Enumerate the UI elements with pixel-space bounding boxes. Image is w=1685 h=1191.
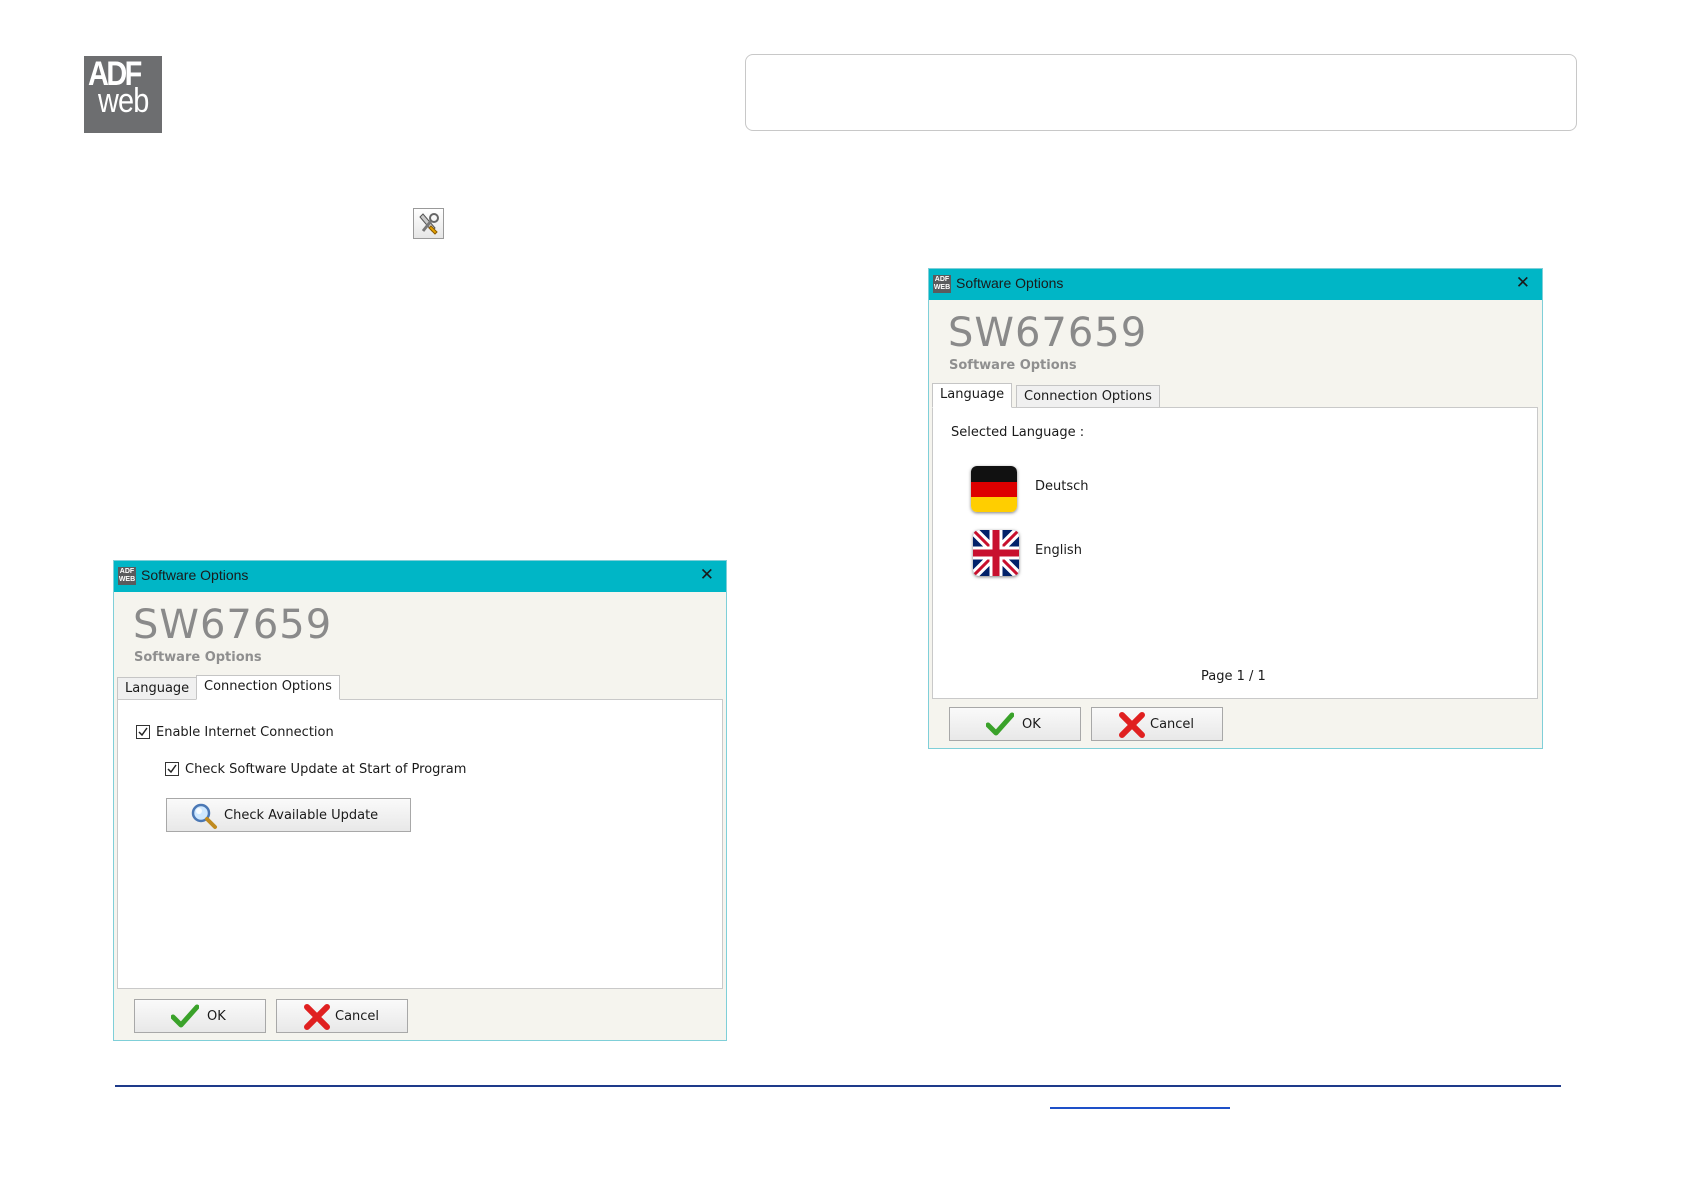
- software-code: SW67659: [948, 310, 1148, 356]
- language-english[interactable]: English: [1035, 543, 1082, 558]
- language-panel: Selected Language : Deutsch English Page…: [932, 407, 1538, 699]
- ok-button[interactable]: OK: [134, 999, 266, 1033]
- cancel-label: Cancel: [1150, 717, 1195, 732]
- software-code: SW67659: [133, 602, 333, 648]
- ok-label: OK: [1022, 717, 1041, 732]
- connection-options-panel: Enable Internet Connection Check Softwar…: [117, 699, 723, 989]
- checkmark-icon: [985, 712, 1015, 740]
- checkmark-icon: [170, 1004, 200, 1032]
- wrench-screwdriver-icon[interactable]: [413, 208, 444, 239]
- logo-text-bottom: web: [98, 82, 149, 120]
- close-icon[interactable]: ✕: [1516, 273, 1530, 293]
- check-available-update-label: Check Available Update: [224, 808, 379, 823]
- cancel-label: Cancel: [335, 1009, 380, 1024]
- check-update-start-checkbox[interactable]: [165, 762, 179, 776]
- ok-button[interactable]: OK: [949, 707, 1081, 741]
- uk-flag-icon[interactable]: [973, 530, 1019, 576]
- enable-internet-label: Enable Internet Connection: [156, 725, 334, 740]
- footer-link-underline[interactable]: [1050, 1107, 1230, 1109]
- page-indicator: Page 1 / 1: [1201, 669, 1266, 684]
- cancel-button[interactable]: Cancel: [1091, 707, 1223, 741]
- adf-app-icon: ADF WEB: [933, 275, 951, 293]
- software-subtitle: Software Options: [949, 358, 1077, 373]
- footer-divider: [115, 1085, 1561, 1087]
- red-x-icon: [1118, 711, 1146, 743]
- tab-connection-options[interactable]: Connection Options: [196, 675, 340, 700]
- magnifier-icon: [189, 801, 219, 835]
- dialog-title: Software Options: [956, 275, 1064, 291]
- dialog-title-bar: ADF WEB Software Options ✕: [929, 269, 1542, 300]
- close-icon[interactable]: ✕: [700, 565, 714, 585]
- software-options-dialog-connection: ADF WEB Software Options ✕ SW67659 Softwa…: [113, 560, 727, 1041]
- language-deutsch[interactable]: Deutsch: [1035, 479, 1089, 494]
- dialog-title-bar: ADF WEB Software Options ✕: [114, 561, 726, 592]
- tab-language[interactable]: Language: [117, 677, 198, 700]
- adf-web-logo: ADF web: [84, 56, 162, 133]
- tab-connection-options[interactable]: Connection Options: [1016, 385, 1160, 408]
- tab-language[interactable]: Language: [932, 383, 1013, 408]
- cancel-button[interactable]: Cancel: [276, 999, 408, 1033]
- red-x-icon: [303, 1003, 331, 1035]
- software-options-dialog-language: ADF WEB Software Options ✕ SW67659 Softwa…: [928, 268, 1543, 749]
- ok-label: OK: [207, 1009, 226, 1024]
- header-frame: [745, 54, 1577, 131]
- check-update-start-label: Check Software Update at Start of Progra…: [185, 762, 467, 777]
- check-available-update-button[interactable]: Check Available Update: [166, 798, 411, 832]
- software-subtitle: Software Options: [134, 650, 262, 665]
- dialog-title: Software Options: [141, 567, 249, 583]
- adf-app-icon: ADF WEB: [118, 567, 136, 585]
- german-flag-icon[interactable]: [971, 466, 1017, 512]
- enable-internet-checkbox[interactable]: [136, 725, 150, 739]
- selected-language-label: Selected Language :: [951, 425, 1085, 440]
